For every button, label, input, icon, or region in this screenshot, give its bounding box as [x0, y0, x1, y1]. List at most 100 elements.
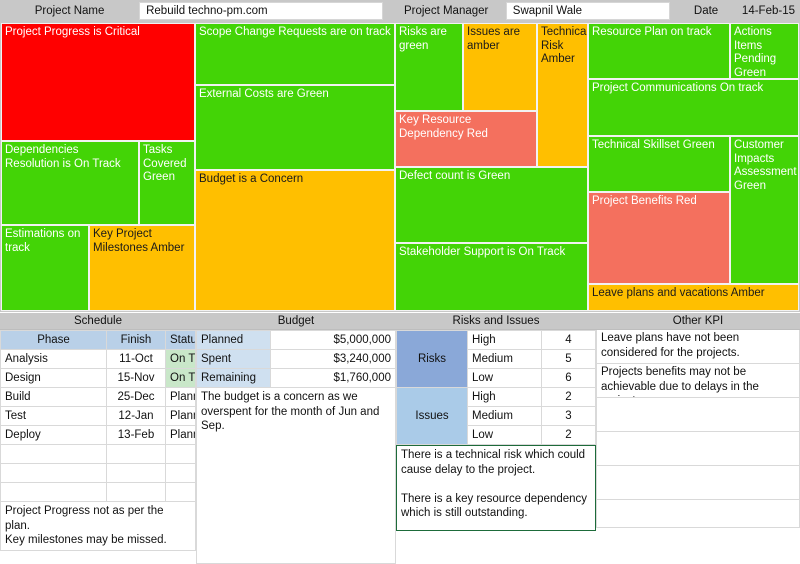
risk-level: Medium [467, 406, 542, 426]
treemap-tile-label: Resource Plan on track [592, 26, 712, 38]
treemap-tile[interactable]: Dependencies Resolution is On Track [1, 141, 139, 225]
project-name-value[interactable]: Rebuild techno-pm.com [139, 2, 383, 20]
treemap-tile-label: Project Progress is Critical [5, 26, 140, 38]
table-row[interactable]: Deploy13-FebPlanned [0, 425, 196, 445]
treemap-tile[interactable]: Budget is a Concern [195, 170, 395, 311]
schedule-title: Schedule [0, 313, 196, 330]
other-kpi-row[interactable]: Projects benefits may not be achievable … [596, 364, 800, 398]
empty-cell [106, 463, 166, 483]
table-row[interactable]: Planned $5,000,000 [196, 330, 396, 350]
budget-note: The budget is a concern as we overspent … [196, 388, 396, 564]
treemap-tile-label: Project Benefits Red [592, 195, 697, 207]
treemap-tile[interactable]: Customer Impacts Assessment Green [730, 136, 799, 284]
treemap-tile[interactable]: Technical Skillset Green [588, 136, 730, 192]
risk-count: 2 [541, 425, 596, 445]
treemap-tile-label: Stakeholder Support is On Track [399, 246, 566, 258]
budget-value: $3,240,000 [270, 349, 396, 369]
treemap-tile[interactable]: Risks are green [395, 23, 463, 111]
treemap-tile[interactable]: Estimations on track [1, 225, 89, 311]
risk-count: 4 [541, 330, 596, 350]
treemap-tile-label: Key Resource Dependency Red [399, 114, 488, 140]
table-row[interactable]: Test12-JanPlanned [0, 406, 196, 426]
treemap-tile[interactable]: Defect count is Green [395, 167, 588, 243]
treemap-tile[interactable]: Project Progress is Critical [1, 23, 195, 141]
treemap-tile[interactable]: Key Project Milestones Amber [89, 225, 195, 311]
schedule-table: PhaseFinishStatusAnalysis11-OctOn TrackD… [0, 330, 196, 502]
schedule-finish: 12-Jan [106, 406, 166, 426]
other-kpi-title: Other KPI [596, 313, 800, 330]
budget-label: Remaining [196, 368, 271, 388]
budget-value: $5,000,000 [270, 330, 396, 350]
empty-cell [106, 482, 166, 502]
risk-count: 6 [541, 368, 596, 388]
risk-level: High [467, 330, 542, 350]
empty-cell [0, 463, 107, 483]
risk-level: Medium [467, 349, 542, 369]
table-row[interactable]: Design15-NovOn Track [0, 368, 196, 388]
table-row[interactable]: Remaining $1,760,000 [196, 368, 396, 388]
treemap-tile[interactable]: Technical Risk Amber [537, 23, 588, 167]
treemap-tile-label: Scope Change Requests are on track [199, 26, 391, 38]
treemap-tile[interactable]: Stakeholder Support is On Track [395, 243, 588, 311]
treemap-tile[interactable]: Key Resource Dependency Red [395, 111, 537, 167]
schedule-phase: Design [0, 368, 107, 388]
table-header-row: PhaseFinishStatus [0, 330, 196, 350]
table-row-empty[interactable] [0, 463, 196, 483]
schedule-finish: 11-Oct [106, 349, 166, 369]
date-value[interactable]: 14-Feb-15 [738, 0, 800, 22]
table-row-empty[interactable] [0, 444, 196, 464]
treemap-tile-label: Technical Risk Amber [541, 26, 588, 65]
schedule-finish: 25-Dec [106, 387, 166, 407]
empty-cell [165, 482, 196, 502]
treemap-tile[interactable]: Issues are amber [463, 23, 537, 111]
project-manager-value[interactable]: Swapnil Wale [505, 2, 670, 20]
status-badge: On Track [165, 349, 196, 369]
treemap-tile-label: Technical Skillset Green [592, 139, 715, 151]
schedule-finish: 15-Nov [106, 368, 166, 388]
table-row[interactable]: Analysis11-OctOn Track [0, 349, 196, 369]
empty-cell [165, 463, 196, 483]
schedule-column-header: Status [165, 330, 196, 350]
status-badge: Planned [165, 387, 196, 407]
schedule-phase: Test [0, 406, 107, 426]
risk-level: Low [467, 425, 542, 445]
treemap-tile[interactable]: Scope Change Requests are on track [195, 23, 395, 85]
treemap-tile[interactable]: Actions Items Pending Green [730, 23, 799, 79]
panel-budget: Budget Planned $5,000,000 Spent $3,240,000 R… [196, 313, 396, 564]
empty-cell [0, 482, 107, 502]
table-row[interactable]: Spent $3,240,000 [196, 349, 396, 369]
empty-cell [0, 444, 107, 464]
status-badge: On Track [165, 368, 196, 388]
treemap-tile[interactable]: Resource Plan on track [588, 23, 730, 79]
schedule-finish: 13-Feb [106, 425, 166, 445]
risks-issues-note: There is a technical risk which could ca… [396, 445, 596, 531]
header-bar: Project Name Rebuild techno-pm.com Proje… [0, 0, 800, 22]
table-row-empty[interactable] [0, 482, 196, 502]
other-kpi-row[interactable] [596, 466, 800, 500]
table-row[interactable]: Risks High 4 [396, 330, 596, 388]
budget-title: Budget [196, 313, 396, 330]
status-treemap: Project Progress is Critical Dependencies… [0, 22, 800, 312]
treemap-tile[interactable]: Project Communications On track [588, 79, 799, 136]
treemap-tile-label: Dependencies Resolution is On Track [5, 144, 121, 170]
treemap-tile[interactable]: External Costs are Green [195, 85, 395, 170]
other-kpi-row[interactable] [596, 432, 800, 466]
table-row[interactable]: Issues High 2 [396, 387, 596, 445]
other-kpi-row[interactable] [596, 398, 800, 432]
treemap-tile-label: Estimations on track [5, 228, 81, 254]
panel-schedule: Schedule PhaseFinishStatusAnalysis11-Oct… [0, 313, 196, 551]
other-kpi-list: Leave plans have not been considered for… [596, 330, 800, 528]
other-kpi-row[interactable]: Leave plans have not been considered for… [596, 330, 800, 364]
treemap-tile-label: Actions Items Pending Green [734, 26, 777, 79]
budget-label: Spent [196, 349, 271, 369]
treemap-tile[interactable]: Leave plans and vacations Amber [588, 284, 799, 311]
risk-group-label: Issues [396, 387, 468, 445]
table-row[interactable]: Build25-DecPlanned [0, 387, 196, 407]
schedule-phase: Analysis [0, 349, 107, 369]
treemap-tile[interactable]: Project Benefits Red [588, 192, 730, 284]
treemap-tile[interactable]: Tasks Covered Green [139, 141, 195, 225]
other-kpi-row[interactable] [596, 500, 800, 528]
kpi-panels: Schedule PhaseFinishStatusAnalysis11-Oct… [0, 313, 800, 564]
treemap-tile-label: Customer Impacts Assessment Green [734, 139, 797, 192]
risk-level: Low [467, 368, 542, 388]
